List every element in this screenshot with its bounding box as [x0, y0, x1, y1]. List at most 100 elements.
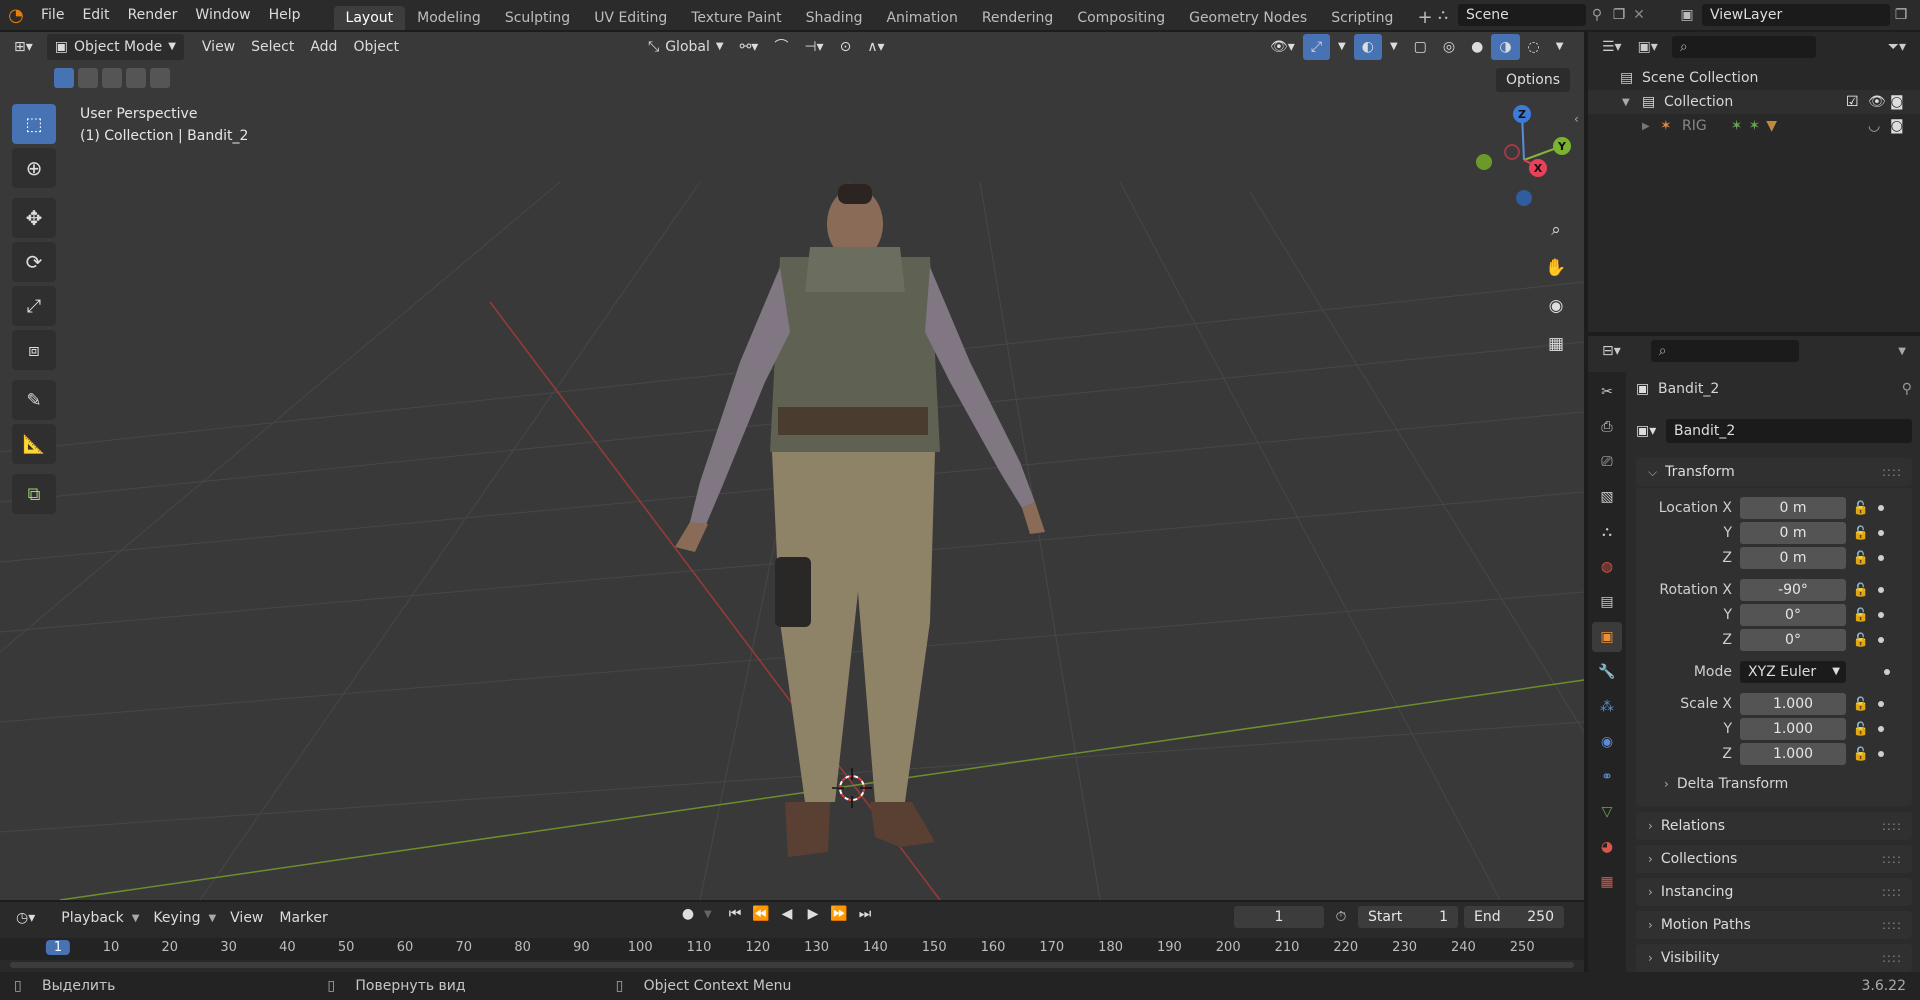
- tab-texture-paint[interactable]: Texture Paint: [679, 6, 793, 30]
- scene-tab-icon[interactable]: ⛬: [1592, 517, 1622, 547]
- select-subtract-icon[interactable]: [102, 68, 122, 88]
- tab-shading[interactable]: Shading: [794, 6, 875, 30]
- relations-panel-header[interactable]: › Relations ::::: [1636, 812, 1912, 840]
- keyframe-dot-icon[interactable]: [1878, 612, 1884, 618]
- modifier-tab-icon[interactable]: 🔧: [1592, 657, 1622, 687]
- properties-search-input[interactable]: ⌕: [1650, 340, 1799, 362]
- tab-rendering[interactable]: Rendering: [970, 6, 1066, 30]
- keyframe-dot-icon[interactable]: [1884, 669, 1890, 675]
- jump-start-icon[interactable]: ⏮: [724, 906, 746, 922]
- marker-menu[interactable]: Marker: [271, 905, 335, 931]
- output-tab-icon[interactable]: ⎚: [1592, 447, 1622, 477]
- tab-modeling[interactable]: Modeling: [405, 6, 493, 30]
- timeline-scrollbar[interactable]: [10, 962, 1574, 968]
- play-reverse-icon[interactable]: ◀: [776, 906, 798, 922]
- menu-window[interactable]: Window: [186, 0, 259, 30]
- scale-y-field[interactable]: 1.000: [1740, 718, 1846, 740]
- outliner-editor-icon[interactable]: ☰▾: [1602, 39, 1622, 55]
- rotation-z-field[interactable]: 0°: [1740, 629, 1846, 651]
- falloff-icon[interactable]: ∧▾: [859, 34, 892, 60]
- viewlayer-name-field[interactable]: ViewLayer: [1702, 4, 1890, 26]
- move-tool[interactable]: ✥: [12, 198, 56, 238]
- camera-icon[interactable]: ◙: [1890, 118, 1912, 134]
- texture-tab-icon[interactable]: ▦: [1592, 867, 1622, 897]
- editor-type-icon[interactable]: ⊞▾: [6, 34, 41, 60]
- camera-icon[interactable]: ◉: [1540, 290, 1572, 322]
- zoom-icon[interactable]: ⌕: [1540, 214, 1572, 246]
- data-tab-icon[interactable]: ▽: [1592, 797, 1622, 827]
- checkbox-icon[interactable]: ☑: [1846, 94, 1868, 110]
- menu-file[interactable]: File: [32, 0, 73, 30]
- lock-icon[interactable]: 🔓: [1852, 549, 1870, 567]
- object-datablock-icon[interactable]: ▣▾: [1636, 423, 1666, 439]
- gizmo-neg-x-icon[interactable]: [1504, 144, 1520, 160]
- navigation-gizmo[interactable]: Z Y X: [1466, 100, 1578, 210]
- viewport-canvas[interactable]: [0, 32, 1584, 900]
- lock-icon[interactable]: 🔓: [1852, 631, 1870, 649]
- transform-tool[interactable]: ⧈: [12, 330, 56, 370]
- stopwatch-icon[interactable]: ⏱: [1330, 909, 1352, 925]
- gizmo-neg-z-icon[interactable]: [1516, 190, 1532, 206]
- menu-edit[interactable]: Edit: [73, 0, 118, 30]
- location-z-field[interactable]: 0 m: [1740, 547, 1846, 569]
- scene-collection-row[interactable]: ▤ Scene Collection: [1588, 66, 1920, 90]
- keyframe-dot-icon[interactable]: [1878, 587, 1884, 593]
- drag-handle-icon[interactable]: ::::: [1882, 885, 1902, 899]
- render-tab-icon[interactable]: ⎙: [1592, 412, 1622, 442]
- constraints-tab-icon[interactable]: ⚭: [1592, 762, 1622, 792]
- pin-icon[interactable]: ⚲: [1902, 381, 1912, 397]
- timeline-editor-icon[interactable]: ◷▾: [8, 905, 43, 931]
- chevron-down-icon[interactable]: ▼: [1898, 346, 1906, 357]
- close-icon[interactable]: ✕: [1630, 7, 1648, 23]
- keyframe-dot-icon[interactable]: [1878, 751, 1884, 757]
- viewport-menu-select[interactable]: Select: [243, 34, 302, 60]
- shading-dropdown-icon[interactable]: ▼: [1548, 34, 1572, 60]
- filter-icon[interactable]: ⏷▾: [1888, 39, 1906, 55]
- new-viewlayer-icon[interactable]: ❐: [1890, 7, 1912, 23]
- play-icon[interactable]: ▶: [802, 906, 824, 922]
- tab-geometry-nodes[interactable]: Geometry Nodes: [1177, 6, 1319, 30]
- select-new-icon[interactable]: [54, 68, 74, 88]
- jump-end-icon[interactable]: ⏭: [854, 906, 876, 922]
- properties-editor-icon[interactable]: ⊟▾: [1602, 343, 1621, 359]
- drag-handle-icon[interactable]: ::::: [1882, 819, 1902, 833]
- menu-help[interactable]: Help: [260, 0, 310, 30]
- annotate-tool[interactable]: ✎: [12, 380, 56, 420]
- keyframe-dot-icon[interactable]: [1878, 555, 1884, 561]
- perspective-grid-icon[interactable]: ▦: [1540, 328, 1572, 360]
- scale-z-field[interactable]: 1.000: [1740, 743, 1846, 765]
- keyframe-dot-icon[interactable]: [1878, 726, 1884, 732]
- viewport-menu-object[interactable]: Object: [345, 34, 407, 60]
- delta-transform-header[interactable]: › Delta Transform: [1636, 772, 1912, 796]
- gizmo-dropdown-icon[interactable]: ▼: [1330, 34, 1354, 60]
- particles-tab-icon[interactable]: ⁂: [1592, 692, 1622, 722]
- add-cube-tool[interactable]: ⧉: [12, 474, 56, 514]
- 3d-viewport[interactable]: Z Y X ⌕ ✋ ◉ ▦ User Perspective (1) Colle…: [0, 32, 1584, 900]
- tab-compositing[interactable]: Compositing: [1065, 6, 1177, 30]
- motion-paths-panel-header[interactable]: › Motion Paths ::::: [1636, 911, 1912, 939]
- end-frame-field[interactable]: End 250: [1464, 906, 1564, 928]
- select-extend-icon[interactable]: [78, 68, 98, 88]
- tool-tab-icon[interactable]: ✂: [1592, 377, 1622, 407]
- pivot-point-icon[interactable]: ⚯▾: [732, 34, 767, 60]
- keyframe-dot-icon[interactable]: [1878, 505, 1884, 511]
- transform-orientation-dropdown[interactable]: ⤡ Global ▼: [640, 34, 732, 60]
- rig-row[interactable]: ▶ ✶ RIG ✶ ✶ ▼ ◡ ◙: [1588, 114, 1920, 138]
- lock-icon[interactable]: 🔓: [1852, 581, 1870, 599]
- new-scene-icon[interactable]: ❐: [1608, 7, 1630, 23]
- hidden-eye-icon[interactable]: ◡: [1868, 118, 1890, 134]
- select-box-tool[interactable]: ⬚: [12, 104, 56, 144]
- drag-handle-icon[interactable]: ::::: [1882, 918, 1902, 932]
- outliner-search-input[interactable]: ⌕: [1671, 36, 1816, 58]
- camera-icon[interactable]: ◙: [1890, 94, 1912, 110]
- collection-row[interactable]: ▼ ▤ Collection ☑ 👁 ◙: [1588, 90, 1920, 114]
- physics-tab-icon[interactable]: ◉: [1592, 727, 1622, 757]
- pin-icon[interactable]: ⚲: [1586, 7, 1608, 23]
- scene-selector[interactable]: ⛬ Scene ⚲ ❐ ✕: [1428, 3, 1648, 27]
- display-mode-icon[interactable]: ▣▾: [1638, 39, 1658, 55]
- eye-icon[interactable]: 👁: [1868, 94, 1890, 110]
- collections-panel-header[interactable]: › Collections ::::: [1636, 845, 1912, 873]
- solid-shading-icon[interactable]: ●: [1463, 34, 1491, 60]
- proportional-edit-icon[interactable]: ⊙: [832, 34, 860, 60]
- menu-render[interactable]: Render: [119, 0, 187, 30]
